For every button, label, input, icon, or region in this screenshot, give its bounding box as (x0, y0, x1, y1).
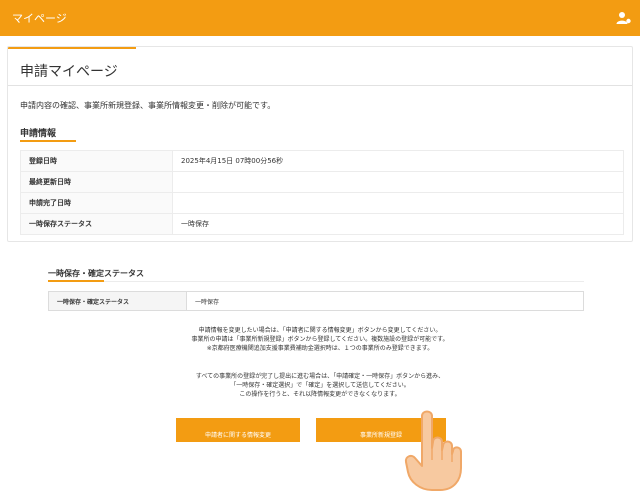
notice-line: 申請情報を変更したい場合は、「申請者に関する情報変更」ボタンから変更してください… (198, 327, 442, 334)
section-title-save-status: 一時保存・確定ステータス (48, 269, 144, 278)
notice-line: すべての事業所の登録が完了し提出に進む場合は、「申請確定・一時保存」ボタンから進… (195, 373, 445, 380)
notice-line: 事業所の申請は「事業所新規登録」ボタンから登録してください。複数施設の登録が可能… (191, 336, 449, 343)
table-row: 登録日時 2025年4月15日 07時00分56秒 (20, 150, 624, 172)
page-description: 申請内容の確認、事業所新規登録、事業所情報変更・削除が可能です。 (20, 101, 276, 110)
user-icon[interactable] (616, 10, 632, 26)
page-title: 申請マイページ (20, 64, 118, 80)
row-label: 登録日時 (20, 150, 173, 172)
table-row: 一時保存ステータス 一時保存 (20, 213, 624, 235)
pointing-hand-icon (400, 408, 470, 492)
row-value (172, 192, 624, 214)
save-status-value: 一時保存 (195, 299, 220, 306)
card-accent-line (8, 47, 136, 49)
table-row: 申請完了日時 (20, 192, 624, 214)
row-value: 一時保存 (172, 213, 624, 235)
change-applicant-info-button[interactable]: 申請者に関する情報変更 (176, 418, 300, 442)
row-label: 申請完了日時 (20, 192, 173, 214)
section-title-underline (20, 140, 76, 142)
row-label: 最終更新日時 (20, 171, 173, 193)
notice-paragraph-2: すべての事業所の登録が完了し提出に進む場合は、「申請確定・一時保存」ボタンから進… (140, 372, 500, 399)
save-status-label: 一時保存・確定ステータス (49, 292, 187, 310)
app-header: マイページ (0, 0, 640, 36)
application-card: 申請マイページ 申請内容の確認、事業所新規登録、事業所情報変更・削除が可能です。… (7, 46, 633, 242)
section-rule (104, 281, 584, 282)
save-status-row: 一時保存・確定ステータス 一時保存 (48, 291, 584, 311)
app-title: マイページ (12, 12, 67, 25)
notice-line: ※京都府医療機関追加支援事業費補助金選択時は、１つの事業所のみ登録できます。 (206, 345, 434, 352)
section-title-underline (48, 280, 104, 282)
application-info-table: 登録日時 2025年4月15日 07時00分56秒 最終更新日時 申請完了日時 … (20, 150, 624, 235)
row-value (172, 171, 624, 193)
section-title-application-info: 申請情報 (20, 129, 57, 139)
title-divider (8, 85, 632, 86)
table-row: 最終更新日時 (20, 171, 624, 193)
row-value: 2025年4月15日 07時00分56秒 (172, 150, 624, 172)
notice-paragraph-1: 申請情報を変更したい場合は、「申請者に関する情報変更」ボタンから変更してください… (140, 326, 500, 353)
notice-line: この操作を行うと、それ以降情報変更ができなくなります。 (239, 391, 401, 398)
notice-line: 「一時保存・確定選択」で「確定」を選択して送信してください。 (230, 382, 410, 389)
row-label: 一時保存ステータス (20, 213, 173, 235)
